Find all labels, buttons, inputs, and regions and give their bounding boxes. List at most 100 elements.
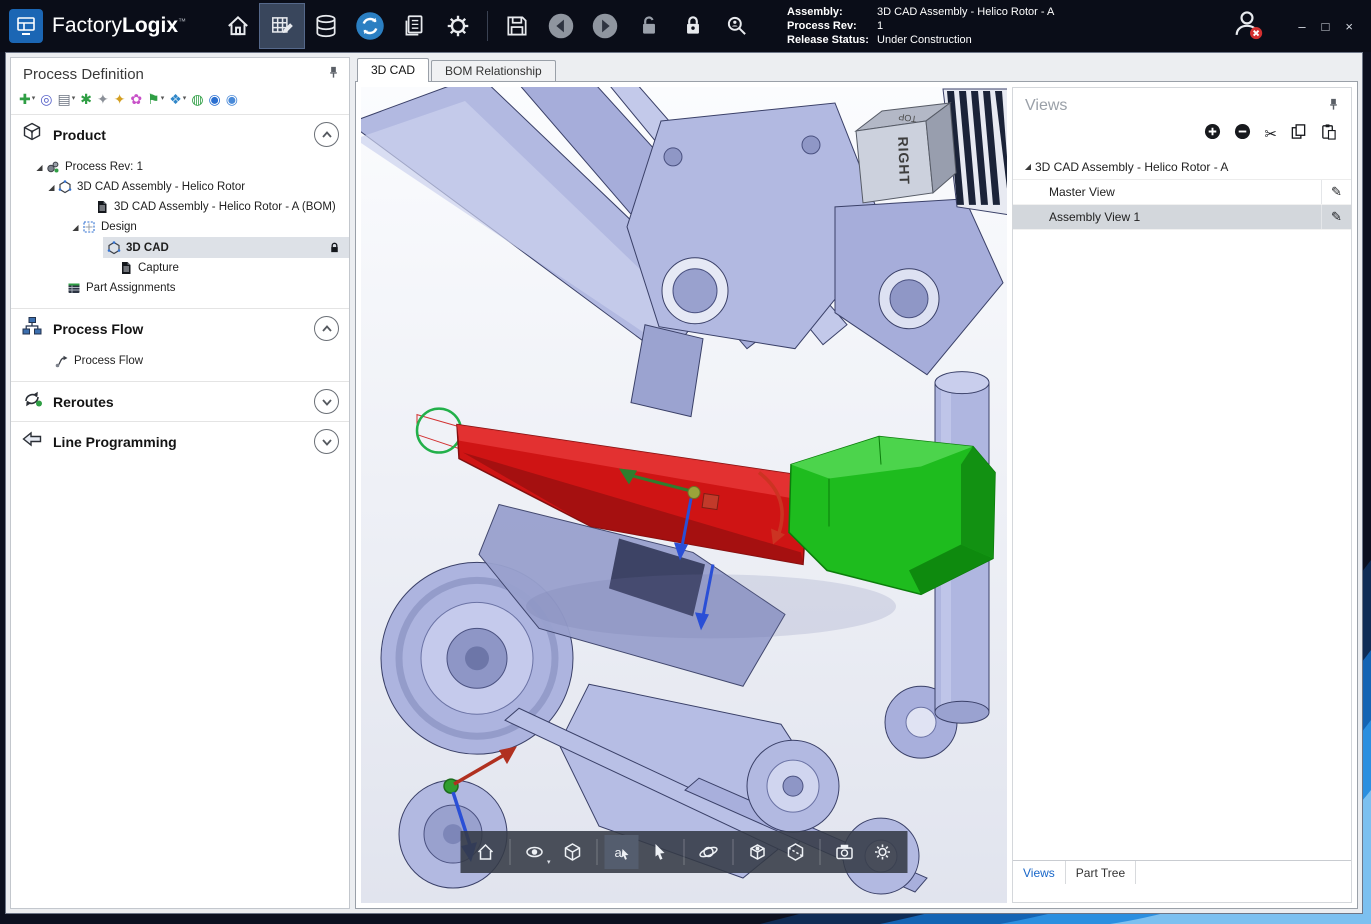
flower-icon[interactable]: ✿: [130, 91, 142, 107]
remove-view-icon[interactable]: [1234, 123, 1251, 145]
home-button[interactable]: [216, 4, 260, 48]
pointer-icon[interactable]: [643, 835, 677, 869]
print-icon[interactable]: ▤▾: [57, 91, 75, 107]
tree-item-3d-cad-selected[interactable]: 3D CAD: [103, 237, 349, 258]
forward-button[interactable]: [583, 4, 627, 48]
assembly-label: Assembly:: [787, 5, 877, 19]
views-root-node[interactable]: ◢ 3D CAD Assembly - Helico Rotor - A: [1013, 154, 1351, 180]
tree-item-design[interactable]: ◢ Design: [11, 217, 349, 237]
settings-button[interactable]: [436, 4, 480, 48]
viewport-settings-icon[interactable]: [866, 835, 900, 869]
tab-3d-cad[interactable]: 3D CAD: [357, 58, 429, 82]
process-flow-tree: Process Flow: [11, 348, 349, 381]
tag-icon[interactable]: ❖▾: [169, 91, 186, 107]
expander-icon[interactable]: ◢: [33, 163, 46, 172]
tree-item-cad-assembly[interactable]: ◢ 3D CAD Assembly - Helico Rotor: [11, 177, 349, 197]
paste-view-icon[interactable]: [1320, 123, 1337, 145]
assembly-value: 3D CAD Assembly - Helico Rotor - A: [877, 5, 1054, 19]
expander-icon[interactable]: ◢: [45, 183, 58, 192]
view-item-master[interactable]: Master View ✎: [1013, 180, 1351, 205]
templates-button[interactable]: [304, 4, 348, 48]
cad-viewport[interactable]: RIGHT TOP: [361, 87, 1007, 903]
tab-views[interactable]: Views: [1013, 861, 1066, 884]
add-view-icon[interactable]: [1204, 123, 1221, 145]
document-tabs: 3D CAD BOM Relationship: [355, 57, 1358, 82]
part-assignments-icon: [67, 281, 81, 295]
maximize-button[interactable]: □: [1322, 19, 1330, 34]
unlock-button[interactable]: [627, 4, 671, 48]
locked-icon: [328, 241, 341, 254]
expander-icon[interactable]: ◢: [69, 223, 82, 232]
documents-button[interactable]: [392, 4, 436, 48]
svg-text:a: a: [615, 845, 623, 860]
hint-on-icon[interactable]: ✦: [114, 91, 126, 107]
save-button[interactable]: [495, 4, 539, 48]
panel-title: Process Definition: [23, 66, 326, 83]
sync-button[interactable]: [348, 4, 392, 48]
edit-view-icon[interactable]: ✎: [1321, 205, 1351, 229]
cube-view-icon[interactable]: [556, 835, 590, 869]
toolbar-separator: [820, 839, 821, 865]
views-toolbar: ✂: [1013, 117, 1351, 154]
assembly-node-icon: [58, 180, 72, 194]
add-icon[interactable]: ✚▾: [19, 91, 35, 107]
explore-icon[interactable]: ◎: [40, 91, 52, 107]
visibility-icon[interactable]: ▾: [518, 835, 552, 869]
copy-view-icon[interactable]: [1290, 123, 1307, 145]
flag-icon[interactable]: ⚑▾: [147, 91, 164, 107]
pin-icon[interactable]: [1326, 97, 1341, 117]
hint-off-icon[interactable]: ✦: [97, 91, 109, 107]
assembly-info: Assembly:3D CAD Assembly - Helico Rotor …: [787, 5, 1054, 47]
camera-icon[interactable]: [828, 835, 862, 869]
home-view-icon[interactable]: [469, 835, 503, 869]
app-frame: Process Definition ✚▾ ◎ ▤▾ ✱ ✦ ✦ ✿ ⚑▾ ❖▾…: [5, 52, 1363, 914]
expand-reroutes-button[interactable]: [314, 389, 339, 414]
edit-view-icon[interactable]: ✎: [1321, 180, 1351, 204]
audit-search-button[interactable]: [715, 4, 759, 48]
flow-item-icon: [55, 354, 69, 368]
tree-item-capture[interactable]: Capture: [11, 258, 349, 278]
toolbar-separator: [733, 839, 734, 865]
process-definition-button[interactable]: [260, 4, 304, 48]
view-item-assembly-1[interactable]: Assembly View 1 ✎: [1013, 205, 1351, 230]
tab-bom-relationship[interactable]: BOM Relationship: [431, 60, 556, 82]
section-product[interactable]: Product: [11, 114, 349, 154]
tree-item-process-rev[interactable]: ◢ Process Rev: 1: [11, 157, 349, 177]
toolbar-separator: [510, 839, 511, 865]
tab-part-tree[interactable]: Part Tree: [1066, 861, 1136, 884]
toolbar-separator: [597, 839, 598, 865]
pin-icon[interactable]: [326, 65, 341, 84]
expander-icon[interactable]: ◢: [1021, 162, 1035, 171]
pause-icon[interactable]: ◉: [209, 91, 221, 107]
close-button[interactable]: ×: [1345, 19, 1353, 34]
user-status-icon[interactable]: [1230, 7, 1264, 46]
collapse-product-button[interactable]: [314, 122, 339, 147]
cut-view-icon[interactable]: ✂: [1264, 127, 1277, 142]
orbit-icon[interactable]: [692, 835, 726, 869]
globe-icon[interactable]: ◍: [191, 91, 203, 107]
views-panel-footer: [1013, 884, 1351, 902]
cad-scene[interactable]: RIGHT TOP: [361, 87, 1007, 903]
collapse-process-flow-button[interactable]: [314, 316, 339, 341]
minimize-button[interactable]: –: [1298, 19, 1305, 34]
process-definition-toolbar: ✚▾ ◎ ▤▾ ✱ ✦ ✦ ✿ ⚑▾ ❖▾ ◍ ◉ ◉: [11, 88, 349, 114]
expand-line-programming-button[interactable]: [314, 429, 339, 454]
section-line-programming[interactable]: Line Programming: [11, 421, 349, 461]
back-button[interactable]: [539, 4, 583, 48]
standard-views-icon[interactable]: [741, 835, 775, 869]
tree-item-bom[interactable]: 3D CAD Assembly - Helico Rotor - A (BOM): [11, 197, 349, 217]
tree-item-part-assignments[interactable]: Part Assignments: [11, 278, 349, 298]
section-process-flow[interactable]: Process Flow: [11, 308, 349, 348]
tree-item-process-flow[interactable]: Process Flow: [11, 351, 349, 371]
section-reroutes[interactable]: Reroutes: [11, 381, 349, 421]
views-root-label: 3D CAD Assembly - Helico Rotor - A: [1035, 160, 1228, 174]
section-line-programming-label: Line Programming: [53, 434, 304, 450]
compare-icon[interactable]: ✱: [80, 91, 92, 107]
toolbar-separator: [487, 11, 488, 41]
select-label-icon[interactable]: a: [605, 835, 639, 869]
section-product-label: Product: [53, 127, 304, 143]
section-icon[interactable]: [779, 835, 813, 869]
lock-button[interactable]: [671, 4, 715, 48]
design-icon: [82, 220, 96, 234]
stop-icon[interactable]: ◉: [226, 91, 238, 107]
